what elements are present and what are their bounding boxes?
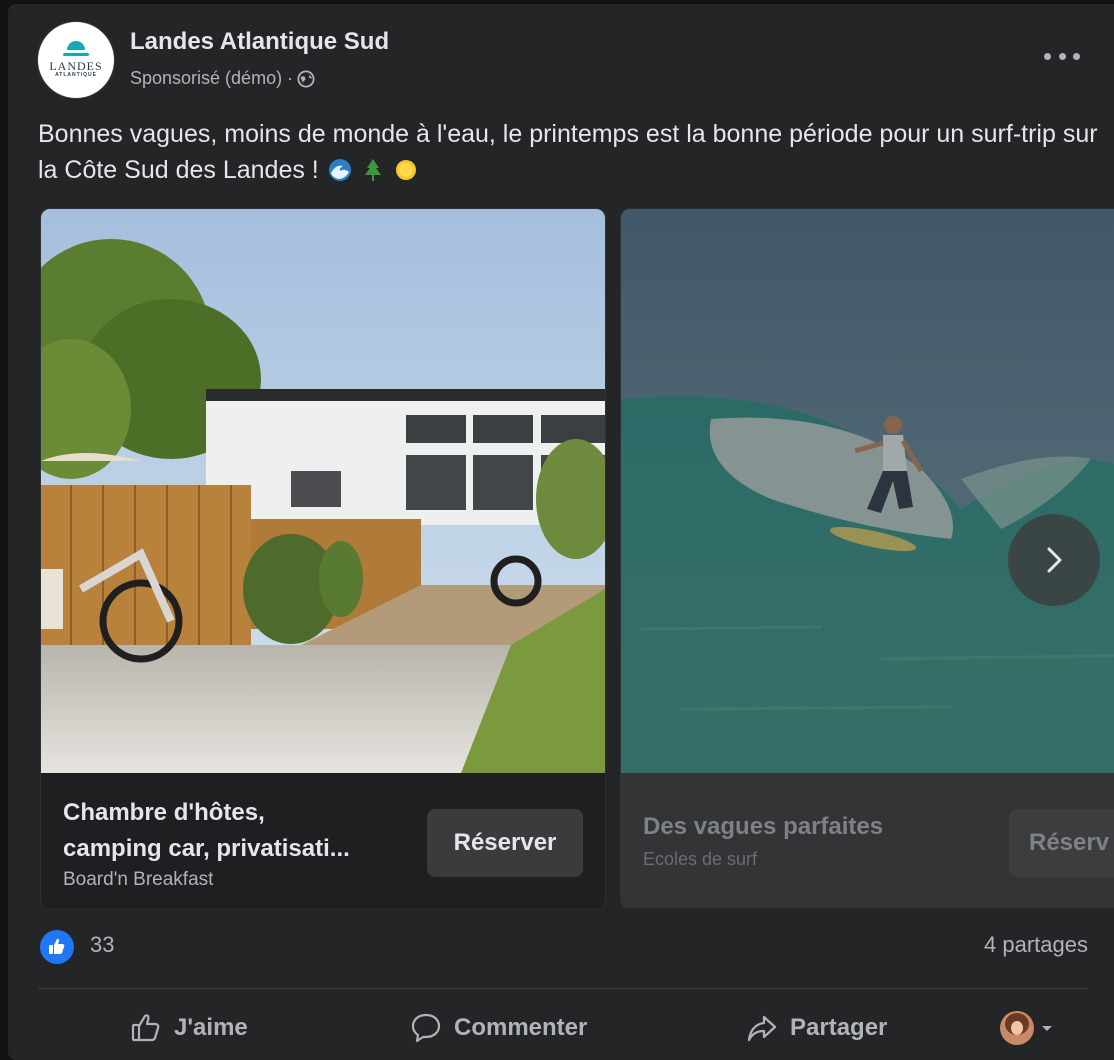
- caret-down-icon: [1042, 1026, 1052, 1031]
- card-title[interactable]: Des vagues parfaites: [643, 809, 1003, 845]
- sponsored-meta: Sponsorisé (démo) ·: [130, 68, 315, 89]
- wave-icon: [328, 159, 351, 181]
- card-subtitle: Board'n Breakfast: [63, 869, 214, 890]
- comment-bubble-icon: [411, 1013, 441, 1043]
- like-count[interactable]: 33: [90, 932, 114, 958]
- like-reaction-icon[interactable]: [40, 930, 74, 964]
- user-avatar: [1000, 1011, 1034, 1045]
- dot-icon: [1058, 52, 1066, 60]
- more-options-button[interactable]: [1044, 46, 1080, 66]
- post-message-text: Bonnes vagues, moins de monde à l'eau, l…: [38, 120, 1098, 184]
- guesthouse-photo: [41, 209, 605, 773]
- card-footer: Chambre d'hôtes, camping car, privatisat…: [41, 773, 605, 908]
- like-button[interactable]: J'aime: [130, 998, 248, 1058]
- comment-button[interactable]: Commenter: [410, 998, 587, 1058]
- page-avatar[interactable]: LANDES ATLANTIQUE: [38, 22, 114, 98]
- tree-icon: [364, 159, 381, 181]
- card-subtitle: Ecoles de surf: [643, 849, 758, 869]
- share-label: Partager: [790, 1014, 888, 1041]
- thumbs-up-outline-icon: [131, 1014, 160, 1042]
- card-footer: Des vagues parfaites Ecoles de surf Rése…: [621, 773, 1114, 908]
- logo-text-main: LANDES: [49, 59, 103, 73]
- post-actions: J'aime Commenter Partager: [38, 998, 1088, 1058]
- logo-text-sub: ATLANTIQUE: [55, 72, 97, 78]
- page-name-link[interactable]: Landes Atlantique Sud: [130, 28, 389, 56]
- logo-wave-shape: [67, 41, 85, 50]
- card-dim-overlay: [621, 209, 1114, 773]
- sun-icon: [395, 160, 416, 180]
- sponsored-label[interactable]: Sponsorisé (démo) ·: [130, 68, 293, 89]
- thumbs-up-icon: [49, 938, 65, 954]
- share-arrow-icon: [747, 1015, 777, 1042]
- card-title[interactable]: Chambre d'hôtes, camping car, privatisat…: [63, 795, 423, 867]
- carousel-next-button[interactable]: [1008, 514, 1100, 606]
- card-title-line: Chambre d'hôtes,: [63, 799, 265, 826]
- carousel-card-1[interactable]: Chambre d'hôtes, camping car, privatisat…: [40, 208, 606, 908]
- carousel: Chambre d'hôtes, camping car, privatisat…: [40, 208, 1114, 908]
- sponsored-post: LANDES ATLANTIQUE Landes Atlantique Sud …: [8, 4, 1114, 1060]
- share-button[interactable]: Partager: [746, 998, 887, 1058]
- dot-icon: [1044, 52, 1051, 60]
- post-message: Bonnes vagues, moins de monde à l'eau, l…: [38, 116, 1098, 188]
- post-as-selector[interactable]: [1000, 998, 1054, 1058]
- dot-icon: [1073, 52, 1080, 60]
- share-count[interactable]: 4 partages: [984, 932, 1088, 958]
- divider: [38, 988, 1088, 989]
- like-label: J'aime: [174, 1014, 248, 1041]
- chevron-right-icon: [1047, 547, 1062, 573]
- post-header: LANDES ATLANTIQUE Landes Atlantique Sud …: [38, 22, 1098, 102]
- card-title-line: camping car, privatisati...: [63, 835, 350, 862]
- comment-label: Commenter: [454, 1014, 588, 1041]
- reserve-button[interactable]: Réserv: [1009, 809, 1114, 877]
- post-stats: 33 4 partages: [38, 924, 1088, 974]
- globe-icon: [297, 69, 315, 88]
- reserve-button[interactable]: Réserver: [427, 809, 583, 877]
- logo-line-shape: [63, 53, 89, 56]
